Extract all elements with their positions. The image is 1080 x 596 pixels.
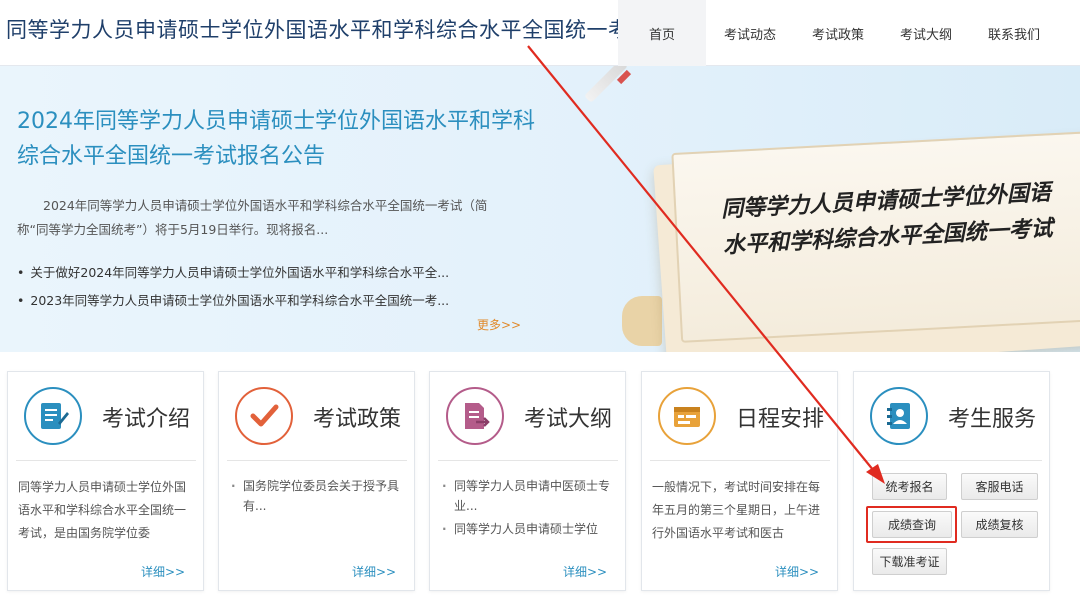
card-title[interactable]: 考生服务 bbox=[948, 401, 1036, 433]
main-nav: 首页 考试动态 考试政策 考试大纲 联系我们 bbox=[618, 0, 1058, 66]
news-item[interactable]: 关于做好2024年同等学力人员申请硕士学位外国语水平和学科综合水平全... bbox=[17, 259, 449, 287]
details-link[interactable]: 详细>> bbox=[352, 563, 396, 580]
nav-home[interactable]: 首页 bbox=[618, 0, 706, 66]
site-title[interactable]: 同等学力人员申请硕士学位外国语水平和学科综合水平全国统一考试 bbox=[6, 14, 651, 44]
scroll-decoration bbox=[622, 296, 662, 346]
divider bbox=[650, 460, 830, 461]
nav-exam-policy[interactable]: 考试政策 bbox=[794, 0, 882, 66]
pen-decoration bbox=[584, 66, 628, 103]
divider bbox=[227, 460, 407, 461]
divider bbox=[438, 460, 618, 461]
card-title[interactable]: 考试介绍 bbox=[102, 401, 190, 433]
card-exam-policy: 考试政策 国务院学位委员会关于授予具有... 详细>> bbox=[218, 371, 415, 591]
card-title[interactable]: 考试大纲 bbox=[524, 401, 612, 433]
card-title[interactable]: 日程安排 bbox=[736, 401, 824, 433]
list-item[interactable]: 同等学力人员申请硕士学位 bbox=[440, 519, 618, 539]
exam-registration-button[interactable]: 统考报名 bbox=[872, 473, 947, 500]
list-item[interactable]: 国务院学位委员会关于授予具有... bbox=[229, 476, 407, 516]
card-schedule: 日程安排 一般情况下，考试时间安排在每年五月的第三个星期日，上午进行外国语水平考… bbox=[641, 371, 838, 591]
divider bbox=[862, 460, 1042, 461]
card-exam-syllabus: 考试大纲 同等学力人员申请中医硕士专业... 同等学力人员申请硕士学位 详细>> bbox=[429, 371, 626, 591]
syllabus-list: 同等学力人员申请中医硕士专业... 同等学力人员申请硕士学位 bbox=[440, 476, 618, 542]
contact-book-icon bbox=[870, 387, 928, 445]
news-item[interactable]: 2023年同等学力人员申请硕士学位外国语水平和学科综合水平全国统一考... bbox=[17, 287, 449, 315]
nav-exam-syllabus[interactable]: 考试大纲 bbox=[882, 0, 970, 66]
nav-contact[interactable]: 联系我们 bbox=[970, 0, 1058, 66]
highlight-box bbox=[866, 506, 957, 543]
card-exam-intro: 考试介绍 同等学力人员申请硕士学位外国语水平和学科综合水平全国统一考试，是由国务… bbox=[7, 371, 204, 591]
news-list: 关于做好2024年同等学力人员申请硕士学位外国语水平和学科综合水平全... 20… bbox=[17, 259, 449, 315]
divider bbox=[16, 460, 196, 461]
details-link[interactable]: 详细>> bbox=[563, 563, 607, 580]
policy-list: 国务院学位委员会关于授予具有... bbox=[229, 476, 407, 519]
more-link[interactable]: 更多>> bbox=[477, 316, 521, 333]
card-summary: 一般情况下，考试时间安排在每年五月的第三个星期日，上午进行外国语水平考试和医古 bbox=[652, 480, 821, 540]
hotline-button[interactable]: 客服电话 bbox=[961, 473, 1038, 500]
score-review-button[interactable]: 成绩复核 bbox=[961, 511, 1038, 538]
details-link[interactable]: 详细>> bbox=[141, 563, 185, 580]
list-item[interactable]: 同等学力人员申请中医硕士专业... bbox=[440, 476, 618, 516]
announcement-summary: 2024年同等学力人员申请硕士学位外国语水平和学科综合水平全国统一考试（简称“同… bbox=[17, 198, 488, 237]
nav-exam-news[interactable]: 考试动态 bbox=[706, 0, 794, 66]
site-header: 同等学力人员申请硕士学位外国语水平和学科综合水平全国统一考试 首页 考试动态 考… bbox=[0, 0, 1080, 66]
announcement-title[interactable]: 2024年同等学力人员申请硕士学位外国语水平和学科综合水平全国统一考试报名公告 bbox=[17, 104, 537, 174]
details-link[interactable]: 详细>> bbox=[775, 563, 819, 580]
card-summary: 同等学力人员申请硕士学位外国语水平和学科综合水平全国统一考试，是由国务院学位委 bbox=[18, 480, 187, 540]
document-edit-icon bbox=[24, 387, 82, 445]
card-title[interactable]: 考试政策 bbox=[313, 401, 401, 433]
document-export-icon bbox=[446, 387, 504, 445]
checkmark-icon bbox=[235, 387, 293, 445]
admit-card-download-button[interactable]: 下载准考证 bbox=[872, 548, 947, 575]
hero-banner: 2024年同等学力人员申请硕士学位外国语水平和学科综合水平全国统一考试报名公告 … bbox=[0, 66, 1080, 352]
calendar-icon bbox=[658, 387, 716, 445]
